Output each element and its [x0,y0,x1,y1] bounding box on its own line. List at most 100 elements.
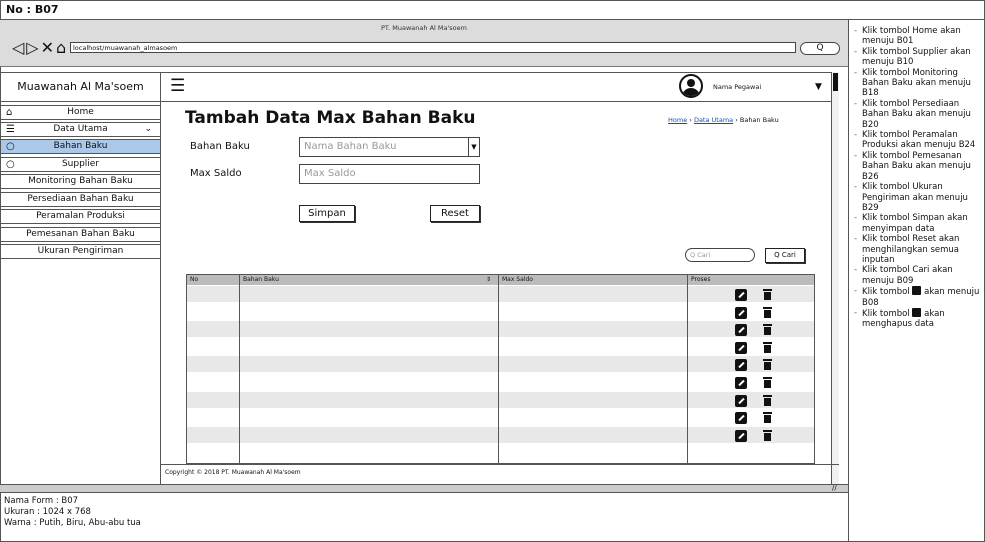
trash-icon [912,307,922,317]
edit-icon[interactable] [735,306,747,319]
col-header-proses: Proses [691,276,711,283]
sidebar-item-supplier[interactable]: ○ Supplier [0,157,161,172]
sidebar-item-persediaan[interactable]: Persediaan Bahan Baku [0,192,161,207]
address-bar[interactable]: localhost/muawanah_almasoem [70,42,796,53]
note-item: Klik tombol Monitoring Bahan Baku akan m… [853,68,983,99]
sort-icon[interactable]: ⇕ [486,275,491,285]
cari-button[interactable]: Q Cari [765,248,805,263]
breadcrumb-home[interactable]: Home [668,116,687,124]
pegawai-name[interactable]: Nama Pegawai [713,83,761,91]
table-row [187,356,814,373]
column-divider [498,275,499,463]
footer-copyright: Copyright © 2018 PT. Muawanah Al Ma'soem [161,464,839,484]
home-icon: ⌂ [6,107,13,118]
edit-icon[interactable] [735,394,747,407]
edit-icon[interactable] [735,377,747,389]
table-row [187,391,814,408]
browser-title: PT. Muawanah Al Ma'soem [381,24,467,32]
table-row [187,409,814,425]
browser-search-icon[interactable]: Q [800,42,840,55]
form-colors: Warna : Putih, Biru, Abu-abu tua [4,518,141,528]
trash-icon[interactable] [763,324,772,336]
form-info: Nama Form : B07 Ukuran : 1024 x 768 Warn… [0,493,848,542]
note-item: Klik tombol Cari akan menuju B09 [853,265,983,286]
note-item: Klik tombol Simpan akan menyimpan data [853,213,983,234]
circle-icon: ○ [6,159,15,170]
browser-bar: PT. Muawanah Al Ma'soem ◁▷✕⌂ localhost/m… [0,20,848,67]
search-input[interactable]: Q Cari [685,248,755,262]
edit-icon[interactable] [735,289,747,301]
sidebar-item-monitoring[interactable]: Monitoring Bahan Baku [0,174,161,189]
edit-icon[interactable] [735,412,747,425]
hamburger-menu-icon[interactable]: ☰ [170,77,185,95]
note-delete: Klik tombol akan menghapus data [853,307,983,330]
sidebar-item-pemesanan[interactable]: Pemesanan Bahan Baku [0,227,161,242]
max-saldo-input[interactable]: Max Saldo [299,164,480,184]
scrollbar-thumb[interactable] [833,73,838,91]
table-row [187,286,814,302]
breadcrumb: Home › Data Utama › Bahan Baku [668,116,779,124]
edit-icon [912,286,922,296]
note-item: Klik tombol Ukuran Pengiriman akan menuj… [853,182,983,213]
table-row [187,339,814,355]
resize-handle-icon[interactable]: ∕∕ [832,484,837,492]
reset-button[interactable]: Reset [430,205,480,222]
chevron-down-icon: ⌄ [144,124,152,134]
trash-icon[interactable] [763,377,772,388]
sidebar: ⌂ Home ☰ Data Utama ⌄ ○ Bahan Baku ○ Supplier… [0,102,161,485]
circle-icon: ○ [6,141,15,152]
sidebar-item-home[interactable]: ⌂ Home [0,105,161,120]
note-edit: Klik tombol akan menuju B08 [853,286,983,308]
col-header-no: No [190,276,199,283]
trash-icon[interactable] [763,412,772,424]
page-title: Tambah Data Max Bahan Baku [185,108,476,128]
bahan-baku-label: Bahan Baku [190,141,250,152]
table-row [187,374,814,390]
trash-icon[interactable] [763,341,772,353]
note-item: Klik tombol Pemesanan Bahan Baku akan me… [853,151,983,182]
sidebar-item-data-utama[interactable]: ☰ Data Utama ⌄ [0,122,161,137]
edit-icon[interactable] [735,359,747,372]
table-row [187,444,814,460]
app-brand: Muawanah Al Ma'soem [0,72,161,102]
form-name: Nama Form : B07 [4,496,79,506]
note-item: Klik tombol Persediaan Bahan Baku akan m… [853,99,983,130]
note-item: Klik tombol Reset akan menghilangkan sem… [853,234,983,265]
edit-icon[interactable] [735,341,747,354]
simpan-button[interactable]: Simpan [299,205,355,222]
notes-panel: Klik tombol Home akan menuju B01Klik tom… [848,20,985,542]
database-icon: ☰ [6,124,15,135]
dropdown-arrow-icon[interactable]: ▼ [468,137,480,157]
bahan-baku-select[interactable]: Nama Bahan Baku [299,137,469,157]
table-row [187,304,814,320]
breadcrumb-data-utama[interactable]: Data Utama [694,116,733,124]
user-avatar-icon[interactable] [679,74,703,98]
trash-icon[interactable] [763,359,772,371]
column-divider [687,275,688,463]
note-item: Klik tombol Supplier akan menuju B10 [853,47,983,68]
data-table: No Bahan Baku ⇕ Max Saldo Proses [186,274,815,464]
sidebar-item-bahan-baku[interactable]: ○ Bahan Baku [0,139,161,154]
trash-icon[interactable] [763,289,772,300]
browser-nav-icons[interactable]: ◁▷✕⌂ [12,40,68,56]
col-header-bahan-baku[interactable]: Bahan Baku [240,275,498,285]
screen-number: No : B07 [0,0,985,20]
chevron-down-icon[interactable]: ▼ [815,82,822,92]
trash-icon[interactable] [763,394,772,406]
col-header-max-saldo: Max Saldo [502,276,533,283]
column-divider [239,275,240,463]
edit-icon[interactable] [735,429,747,442]
note-item: Klik tombol Peramalan Produksi akan menu… [853,130,983,151]
sidebar-item-peramalan[interactable]: Peramalan Produksi [0,209,161,224]
note-item: Klik tombol Home akan menuju B01 [853,26,983,47]
edit-icon[interactable] [735,324,747,337]
vertical-scrollbar[interactable] [831,72,839,484]
table-row [187,426,814,443]
breadcrumb-current: Bahan Baku [739,116,779,124]
max-saldo-label: Max Saldo [190,168,242,179]
status-band [0,484,848,493]
trash-icon[interactable] [763,429,772,441]
sidebar-item-ukuran[interactable]: Ukuran Pengiriman [0,244,161,259]
trash-icon[interactable] [763,306,772,318]
table-row [187,321,814,338]
